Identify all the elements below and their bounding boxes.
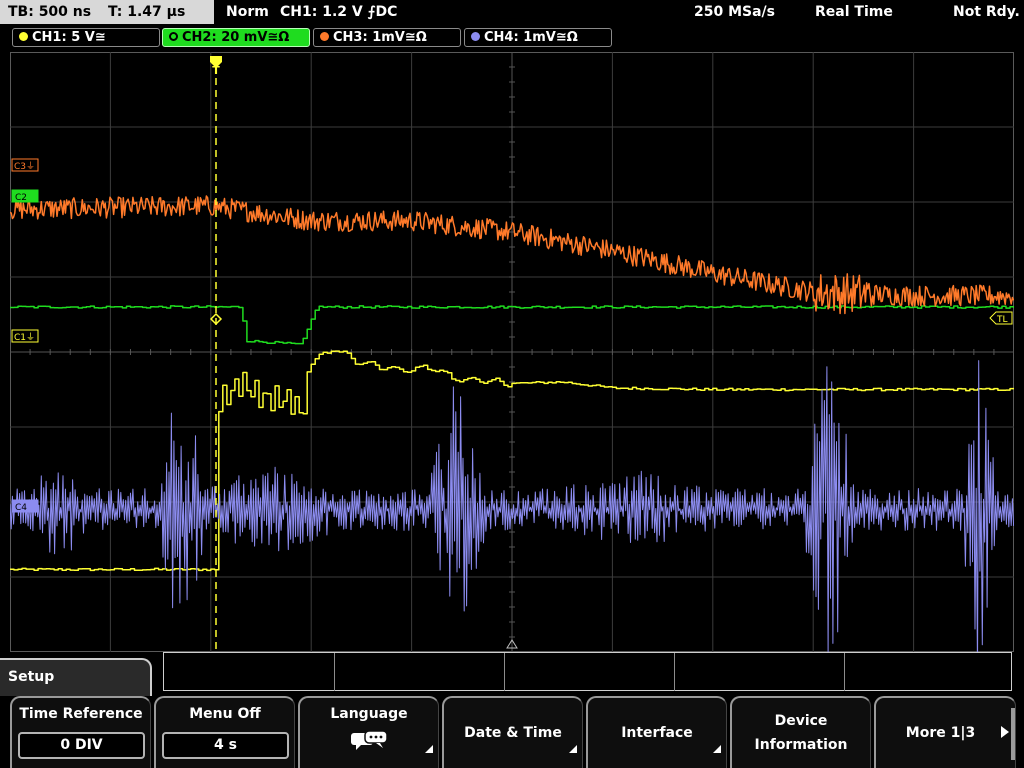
timebase-box[interactable]: TB: 500 ns T: 1.47 µs [0,0,214,24]
speech-bubble-icon [351,730,388,750]
ch4-reference-marker[interactable]: C4 [11,499,39,513]
status-bar: TB: 500 ns T: 1.47 µs Norm CH1: 1.2 V ⨍D… [0,0,1024,24]
date-time-label: Date & Time [464,725,562,741]
acquisition-mode: Real Time [815,4,893,20]
device-information-softkey[interactable]: Device Information [730,696,871,768]
ch3-color-dot-icon [320,32,329,41]
language-softkey[interactable]: Language [298,696,439,768]
setup-menu-tab[interactable]: Setup [0,658,152,696]
trigger-position-marker[interactable]: T [210,56,222,77]
ch2-label: CH2: 20 mV≅Ω [182,30,290,45]
interface-softkey[interactable]: Interface [586,696,727,768]
ch2-reference-marker[interactable]: C2 [11,189,39,203]
setup-menu-title: Setup [8,669,55,685]
channel-bar: CH1: 5 V≅ CH2: 20 mV≅Ω CH3: 1mV≅Ω CH4: 1… [0,24,1024,48]
trigger-time-value: T: 1.47 µs [107,4,186,20]
more-label: More 1|3 [905,725,976,741]
submenu-corner-icon [713,745,721,753]
channel-tab-ch2[interactable]: CH2: 20 mV≅Ω [162,28,310,47]
trigger-setting[interactable]: CH1: 1.2 V ⨍DC [280,0,397,24]
ch2-color-dot-icon [169,32,178,41]
info-strip-divider [844,653,845,691]
softkey-bar: Time Reference 0 DIV Menu Off 4 s Langua… [0,696,1024,768]
trigger-level-label: TL [996,315,1008,325]
next-page-arrow-icon [1001,726,1009,738]
submenu-corner-icon [569,745,577,753]
submenu-corner-icon [425,745,433,753]
channel-tab-ch3[interactable]: CH3: 1mV≅Ω [313,28,461,47]
time-reference-softkey[interactable]: Time Reference 0 DIV [10,696,151,768]
ch2-marker-label: C2 [15,193,27,203]
trigger-pos-label: T [212,64,220,77]
time-reference-value[interactable]: 0 DIV [18,732,145,759]
ch3-reference-marker[interactable]: C3⏚ [11,158,39,172]
ch4-marker-label: C4 [15,503,27,513]
date-time-softkey[interactable]: Date & Time [442,696,583,768]
device-information-label-line2: Information [754,737,848,753]
info-strip-divider [674,653,675,691]
menu-off-value[interactable]: 4 s [162,732,289,759]
more-softkey[interactable]: More 1|3 [874,696,1016,768]
waveform-display[interactable]: T C3⏚ C2 C1⏚ C4 TL [10,52,1014,652]
ch1-marker-label: C1⏚ [14,332,35,343]
time-reference-label: Time Reference [19,706,143,722]
sample-rate: 250 MSa/s [694,4,776,20]
ch4-label: CH4: 1mV≅Ω [484,30,578,45]
trigger-level-marker[interactable]: TL [989,311,1013,325]
menu-off-softkey[interactable]: Menu Off 4 s [154,696,295,768]
ch1-reference-marker[interactable]: C1⏚ [11,329,39,343]
scope-screen[interactable]: T C3⏚ C2 C1⏚ C4 TL [10,52,1014,652]
language-label: Language [330,706,408,722]
softkey-edge [1011,708,1015,760]
channel-tab-ch4[interactable]: CH4: 1mV≅Ω [464,28,612,47]
ch3-label: CH3: 1mV≅Ω [333,30,427,45]
menu-off-label: Menu Off [189,706,261,722]
ch3-marker-label: C3⏚ [14,161,35,172]
trigger-mode[interactable]: Norm [226,0,269,24]
info-strip [163,652,1012,691]
interface-label: Interface [621,725,693,741]
ch1-color-dot-icon [19,32,28,41]
ch1-label: CH1: 5 V≅ [32,30,106,45]
trigger-state: Not Rdy. [953,4,1020,20]
device-information-label: Device [774,713,828,729]
info-strip-divider [334,653,335,691]
timebase-value: TB: 500 ns [8,4,92,20]
channel-tab-ch1[interactable]: CH1: 5 V≅ [12,28,160,47]
info-strip-divider [504,653,505,691]
ch4-color-dot-icon [471,32,480,41]
graticule [10,52,1014,652]
